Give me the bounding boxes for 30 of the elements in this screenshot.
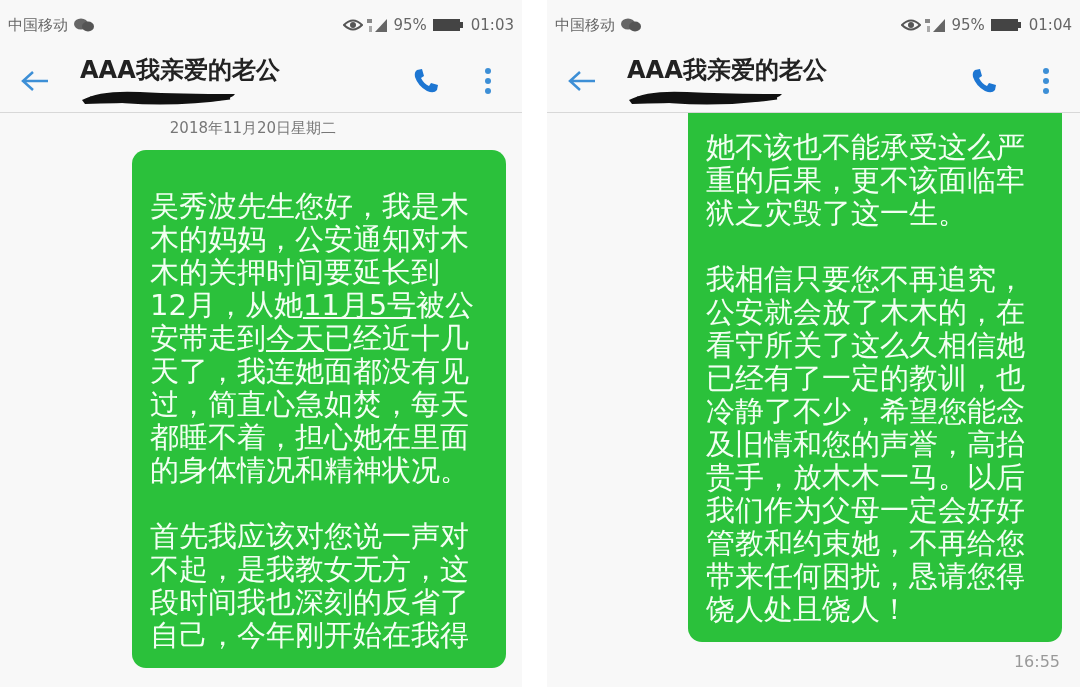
status-time: 01:04	[1028, 16, 1072, 34]
battery-percent: 95%	[393, 16, 427, 34]
message-link[interactable]: 11月5号	[302, 288, 417, 322]
back-arrow-icon[interactable]	[20, 69, 50, 93]
back-arrow-icon[interactable]	[567, 69, 597, 93]
message-text: 首先我应该对您说一声对不起，是我教女无方，这段时间我也深刻的反省了自己，今年刚开始在我得	[150, 520, 470, 652]
carrier-name: 中国移动	[8, 15, 68, 35]
battery-percent: 95%	[951, 16, 985, 34]
eye-icon	[901, 18, 922, 32]
message-text: 吴秀波先生您好，我是木木的妈妈，公安通知对木木的关押时间要延长到12月，从她11月5号被公安带走到今天已经近十几天了，我连她面都没有见过，简直心急如焚，每天都睡不着，担心她在里面的身体情况和精神状况。	[150, 190, 475, 487]
more-options-icon[interactable]	[1042, 67, 1050, 95]
battery-icon	[432, 18, 463, 32]
chat-bubbles-icon	[74, 18, 94, 32]
phone-icon[interactable]	[970, 67, 998, 95]
carrier-name: 中国移动	[555, 15, 615, 35]
contact-name: AAA我亲爱的老公	[80, 55, 280, 86]
message-time: 16:55	[1013, 652, 1060, 671]
signal-icon	[367, 17, 390, 33]
eye-icon	[343, 18, 364, 32]
phone-icon[interactable]	[412, 67, 440, 95]
signal-icon	[925, 17, 948, 33]
date-label: 2018年11月20日星期二	[169, 119, 337, 138]
message-text: 我相信只要您不再追究，公安就会放了木木的，在看守所关了这么久相信她已经有了一定的教训，也冷静了不少，希望您能念及旧情和您的声誉，高抬贵手，放木木一马。以后我们作为父母一定会好好管教和约束她，不再给您带来任何困扰，恳请您得饶人处且饶人！	[706, 263, 1026, 626]
contact-name: AAA我亲爱的老公	[627, 55, 827, 86]
more-options-icon[interactable]	[484, 67, 492, 95]
message-text: 她不该也不能承受这么严重的后果，更不该面临牢狱之灾毁了这一生。	[706, 131, 1026, 230]
message-link[interactable]: 今天	[266, 321, 324, 355]
status-time: 01:03	[470, 16, 514, 34]
battery-icon	[990, 18, 1021, 32]
chat-bubbles-icon	[621, 18, 641, 32]
